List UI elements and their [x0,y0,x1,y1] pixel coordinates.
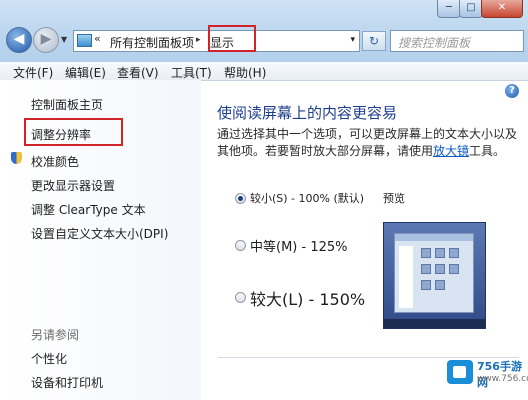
maximize-button[interactable]: □ [459,0,483,18]
magnifier-link[interactable]: 放大镜 [433,144,469,158]
radio-medium[interactable] [235,240,246,251]
see-also-heading: 另请参阅 [31,328,80,342]
link-control-panel-home[interactable]: 控制面板主页 [31,96,103,113]
description-line-1: 通过选择其中一个选项，可以更改屏幕上的文本大小以及 [217,127,518,141]
option-larger-label: 较大(L) - 150% [250,290,366,309]
refresh-button[interactable]: ↻ [362,31,386,51]
back-button[interactable]: ◀ [6,27,32,53]
menu-view[interactable]: 查看(V) [117,64,159,81]
preview-window [394,233,474,313]
breadcrumb-all-items[interactable]: 所有控制面板项 [110,34,194,51]
preview-image [383,222,486,329]
menu-bar: 文件(F) 编辑(E) 查看(V) 工具(T) 帮助(H) [0,62,528,81]
menu-help[interactable]: 帮助(H) [224,64,266,81]
menu-tools[interactable]: 工具(T) [171,64,212,81]
shield-icon [11,152,22,164]
address-dropdown-icon[interactable]: ▾ [350,35,355,45]
forward-button[interactable]: ▶ [33,27,59,53]
recent-pages-dropdown-icon[interactable]: ▼ [61,35,67,44]
close-button[interactable]: ✕ [481,0,523,18]
link-personalization[interactable]: 个性化 [31,350,67,367]
option-medium-label: 中等(M) - 125% [250,240,348,255]
breadcrumb-arrow-icon[interactable]: ▸ [196,35,201,45]
preview-label: 预览 [383,192,405,205]
site-watermark: 756手游网 www.756.com [447,356,528,390]
menu-file[interactable]: 文件(F) [13,64,53,81]
search-placeholder: 搜索控制面板 [398,36,471,50]
search-input[interactable]: 搜索控制面板 [390,30,524,52]
preview-taskbar [384,319,485,328]
link-change-display-settings[interactable]: 更改显示器设置 [31,177,115,194]
menu-edit[interactable]: 编辑(E) [65,64,106,81]
breadcrumb-highlight-box [208,25,256,52]
description-line-2: 其他项。若要暂时放大部分屏幕，请使用放大镜工具。 [217,142,505,159]
watermark-logo-icon [447,360,473,384]
radio-larger[interactable] [235,292,246,303]
option-smaller-label: 较小(S) - 100% (默认) [250,192,365,205]
link-adjust-cleartype[interactable]: 调整 ClearType 文本 [31,201,146,218]
link-devices-printers[interactable]: 设备和打印机 [31,374,103,391]
radio-smaller[interactable] [235,193,246,204]
watermark-url: www.756.com [477,374,528,384]
help-icon[interactable]: ? [505,84,519,98]
control-panel-icon [77,34,92,47]
minimize-button[interactable]: ─ [437,0,461,18]
window-titlebar: ─ □ ✕ ◀ ▶ ▼ « 所有控制面板项 ▸ 显示 ▾ ↻ 搜索控制面板 [0,0,528,62]
description-text: 其他项。若要暂时放大部分屏幕，请使用 [217,144,434,158]
link-custom-text-size[interactable]: 设置自定义文本大小(DPI) [31,225,168,242]
page-title: 使阅读屏幕上的内容更容易 [217,104,398,122]
resolution-highlight-box [24,118,123,146]
address-overflow-icon[interactable]: « [94,32,101,45]
description-text-end: 工具。 [469,144,506,158]
link-calibrate-color[interactable]: 校准颜色 [31,153,79,170]
